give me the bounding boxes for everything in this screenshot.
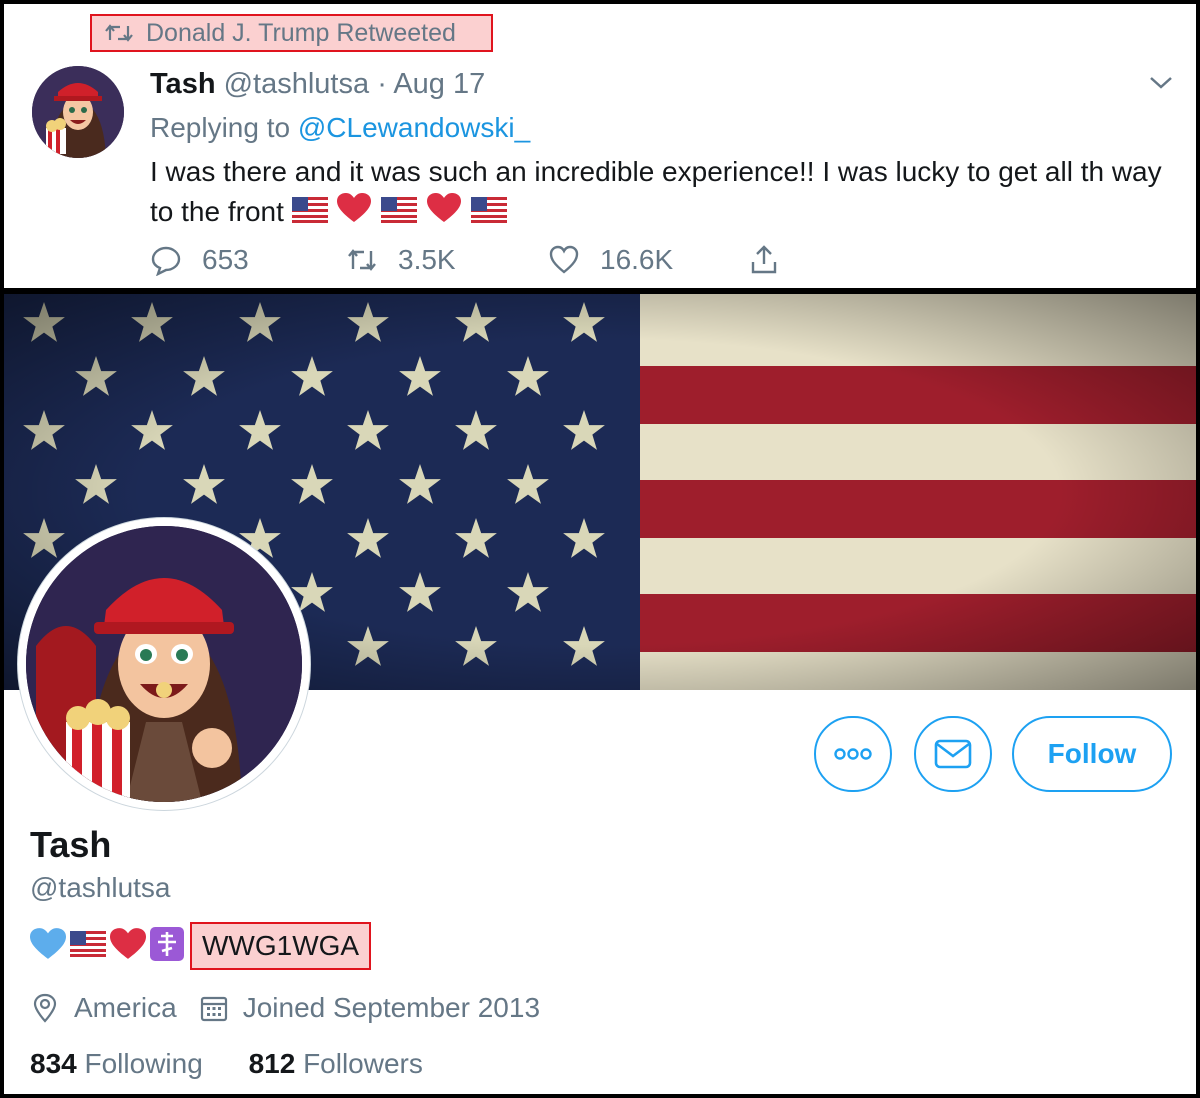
share-icon [751,245,777,274]
tweet-author-avatar[interactable] [32,66,124,158]
tweet-date[interactable]: Aug 17 [393,68,485,100]
flag-us-icon [70,930,106,962]
followers-link[interactable]: 812 Followers [249,1048,423,1079]
retweet-icon [105,24,133,42]
replying-prefix: Replying to [150,112,291,143]
reply-icon [151,246,181,276]
blue-heart-icon [30,927,66,965]
tweet-card: Donald J. Trump Retweeted Tash @tashluts… [0,0,1200,292]
message-button[interactable] [914,716,992,792]
share-button[interactable] [748,244,800,276]
red-heart-icon [110,927,146,965]
bio-hashtag-highlight: WWG1WGA [190,922,372,970]
reply-count: 653 [202,244,249,275]
flag-us-icon [470,194,507,234]
more-options-button[interactable] [814,716,892,792]
calendar-icon [200,996,227,1022]
more-dots-icon [834,748,872,760]
profile-card: Follow Tash @tashlutsa WWG1WGA America J… [0,290,1200,1098]
retweet-icon [348,249,376,271]
profile-stats: 834 Following 812 Followers [30,1048,423,1080]
chevron-down-icon[interactable] [1148,74,1174,92]
red-heart-icon [427,193,461,234]
tweet-author-name[interactable]: Tash [150,68,216,100]
like-button[interactable]: 16.6K [548,244,673,276]
following-link[interactable]: 834 Following [30,1048,203,1079]
header-separator: · [377,68,387,100]
replying-to: Replying to @CLewandowski_ [150,112,530,144]
retweet-context: Donald J. Trump Retweeted [90,14,493,52]
orthodox-cross-icon [150,926,184,966]
following-count: 834 [30,1048,77,1079]
tweet-text-block: I was there and it was such an incredibl… [150,152,1170,234]
profile-name: Tash [30,824,112,865]
followers-label: Followers [303,1048,423,1079]
following-label: Following [84,1048,203,1079]
flag-us-icon [381,194,418,234]
like-count: 16.6K [600,244,674,275]
reply-mention-link[interactable]: @CLewandowski_ [298,112,530,143]
profile-location: America [74,992,177,1023]
heart-outline-icon [549,245,579,274]
retweet-label: Donald J. Trump Retweeted [146,18,456,47]
profile-handle: @tashlutsa [30,872,171,903]
tweet-author-handle[interactable]: @tashlutsa [224,68,370,100]
red-heart-icon [337,193,372,234]
retweet-count: 3.5K [398,244,456,275]
profile-avatar[interactable] [18,518,310,810]
follow-button[interactable]: Follow [1012,716,1172,792]
tweet-header: Tash @tashlutsa · Aug 17 [150,68,485,101]
followers-count: 812 [248,1048,296,1079]
flag-us-icon [291,194,328,234]
profile-joined-date: Joined September 2013 [242,992,541,1023]
profile-meta: America Joined September 2013 [30,992,540,1024]
reply-button[interactable]: 653 [150,244,249,276]
envelope-icon [934,739,972,769]
location-pin-icon [33,993,57,1023]
profile-bio: WWG1WGA [30,922,372,970]
tweet-actions: 653 3.5K 16.6K [150,244,810,284]
retweet-button[interactable]: 3.5K [346,244,456,276]
